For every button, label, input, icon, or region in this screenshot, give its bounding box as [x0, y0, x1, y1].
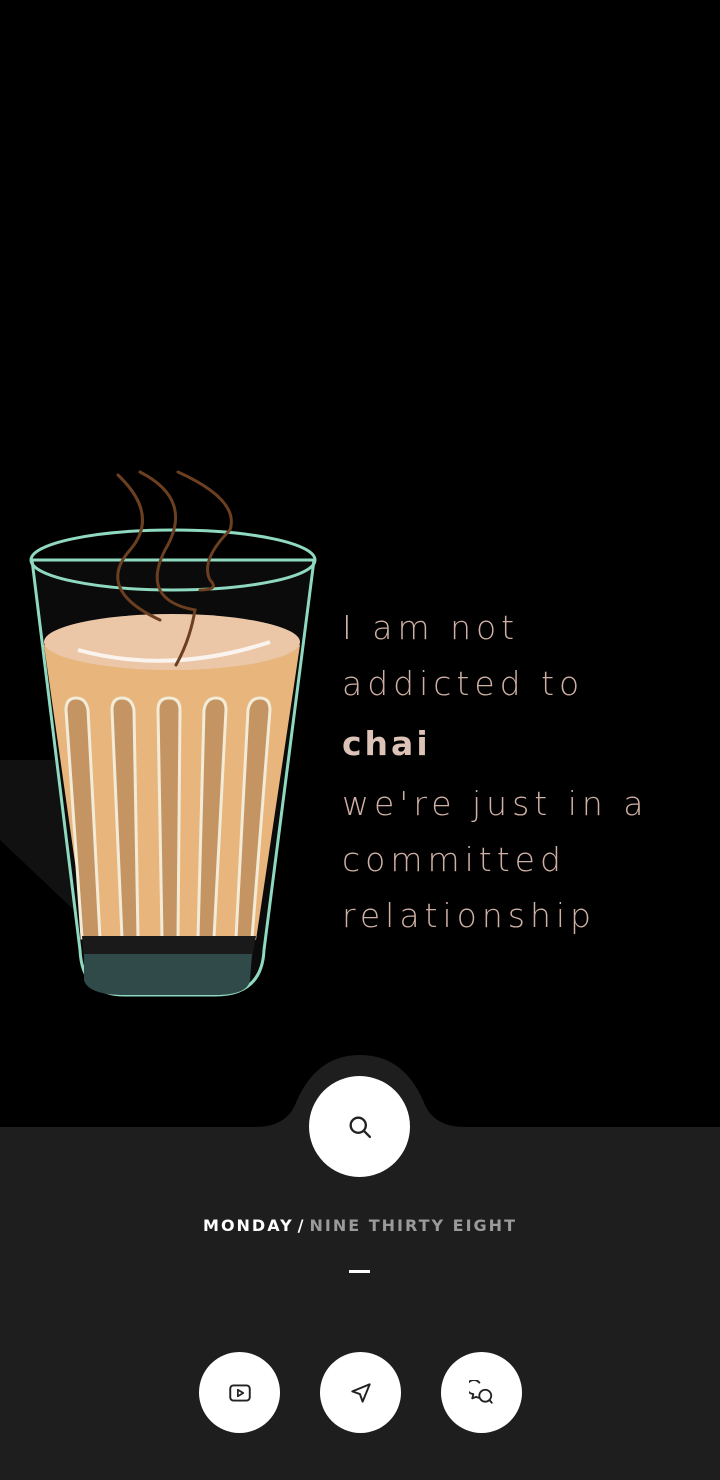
- chat-bubbles-icon: [468, 1379, 493, 1404]
- search-button[interactable]: [309, 1076, 410, 1177]
- wallpaper-quote: I am not addicted to chai we're just in …: [342, 600, 712, 944]
- divider-dash: [349, 1270, 370, 1273]
- navigation-arrow-icon: [350, 1382, 371, 1403]
- quote-line-2: addicted to: [342, 664, 585, 703]
- video-app-button[interactable]: [199, 1352, 280, 1433]
- quote-emphasis: chai: [342, 724, 431, 763]
- chai-glass-illustration: [0, 470, 317, 997]
- search-icon: [349, 1116, 371, 1138]
- quote-line-5: committed: [342, 840, 566, 879]
- quote-line-4: we're just in a: [342, 784, 649, 823]
- date-time-label: MONDAY / NINE THIRTY EIGHT: [0, 1216, 720, 1235]
- quote-line-1: I am not: [342, 608, 520, 647]
- video-play-icon: [228, 1383, 251, 1402]
- chat-app-button[interactable]: [441, 1352, 522, 1433]
- day-label: MONDAY: [203, 1216, 294, 1235]
- quote-line-6: relationship: [342, 896, 596, 935]
- navigation-app-button[interactable]: [320, 1352, 401, 1433]
- wallpaper: I am not addicted to chai we're just in …: [0, 0, 720, 1130]
- time-label: NINE THIRTY EIGHT: [309, 1216, 517, 1235]
- date-time-separator: /: [297, 1216, 306, 1235]
